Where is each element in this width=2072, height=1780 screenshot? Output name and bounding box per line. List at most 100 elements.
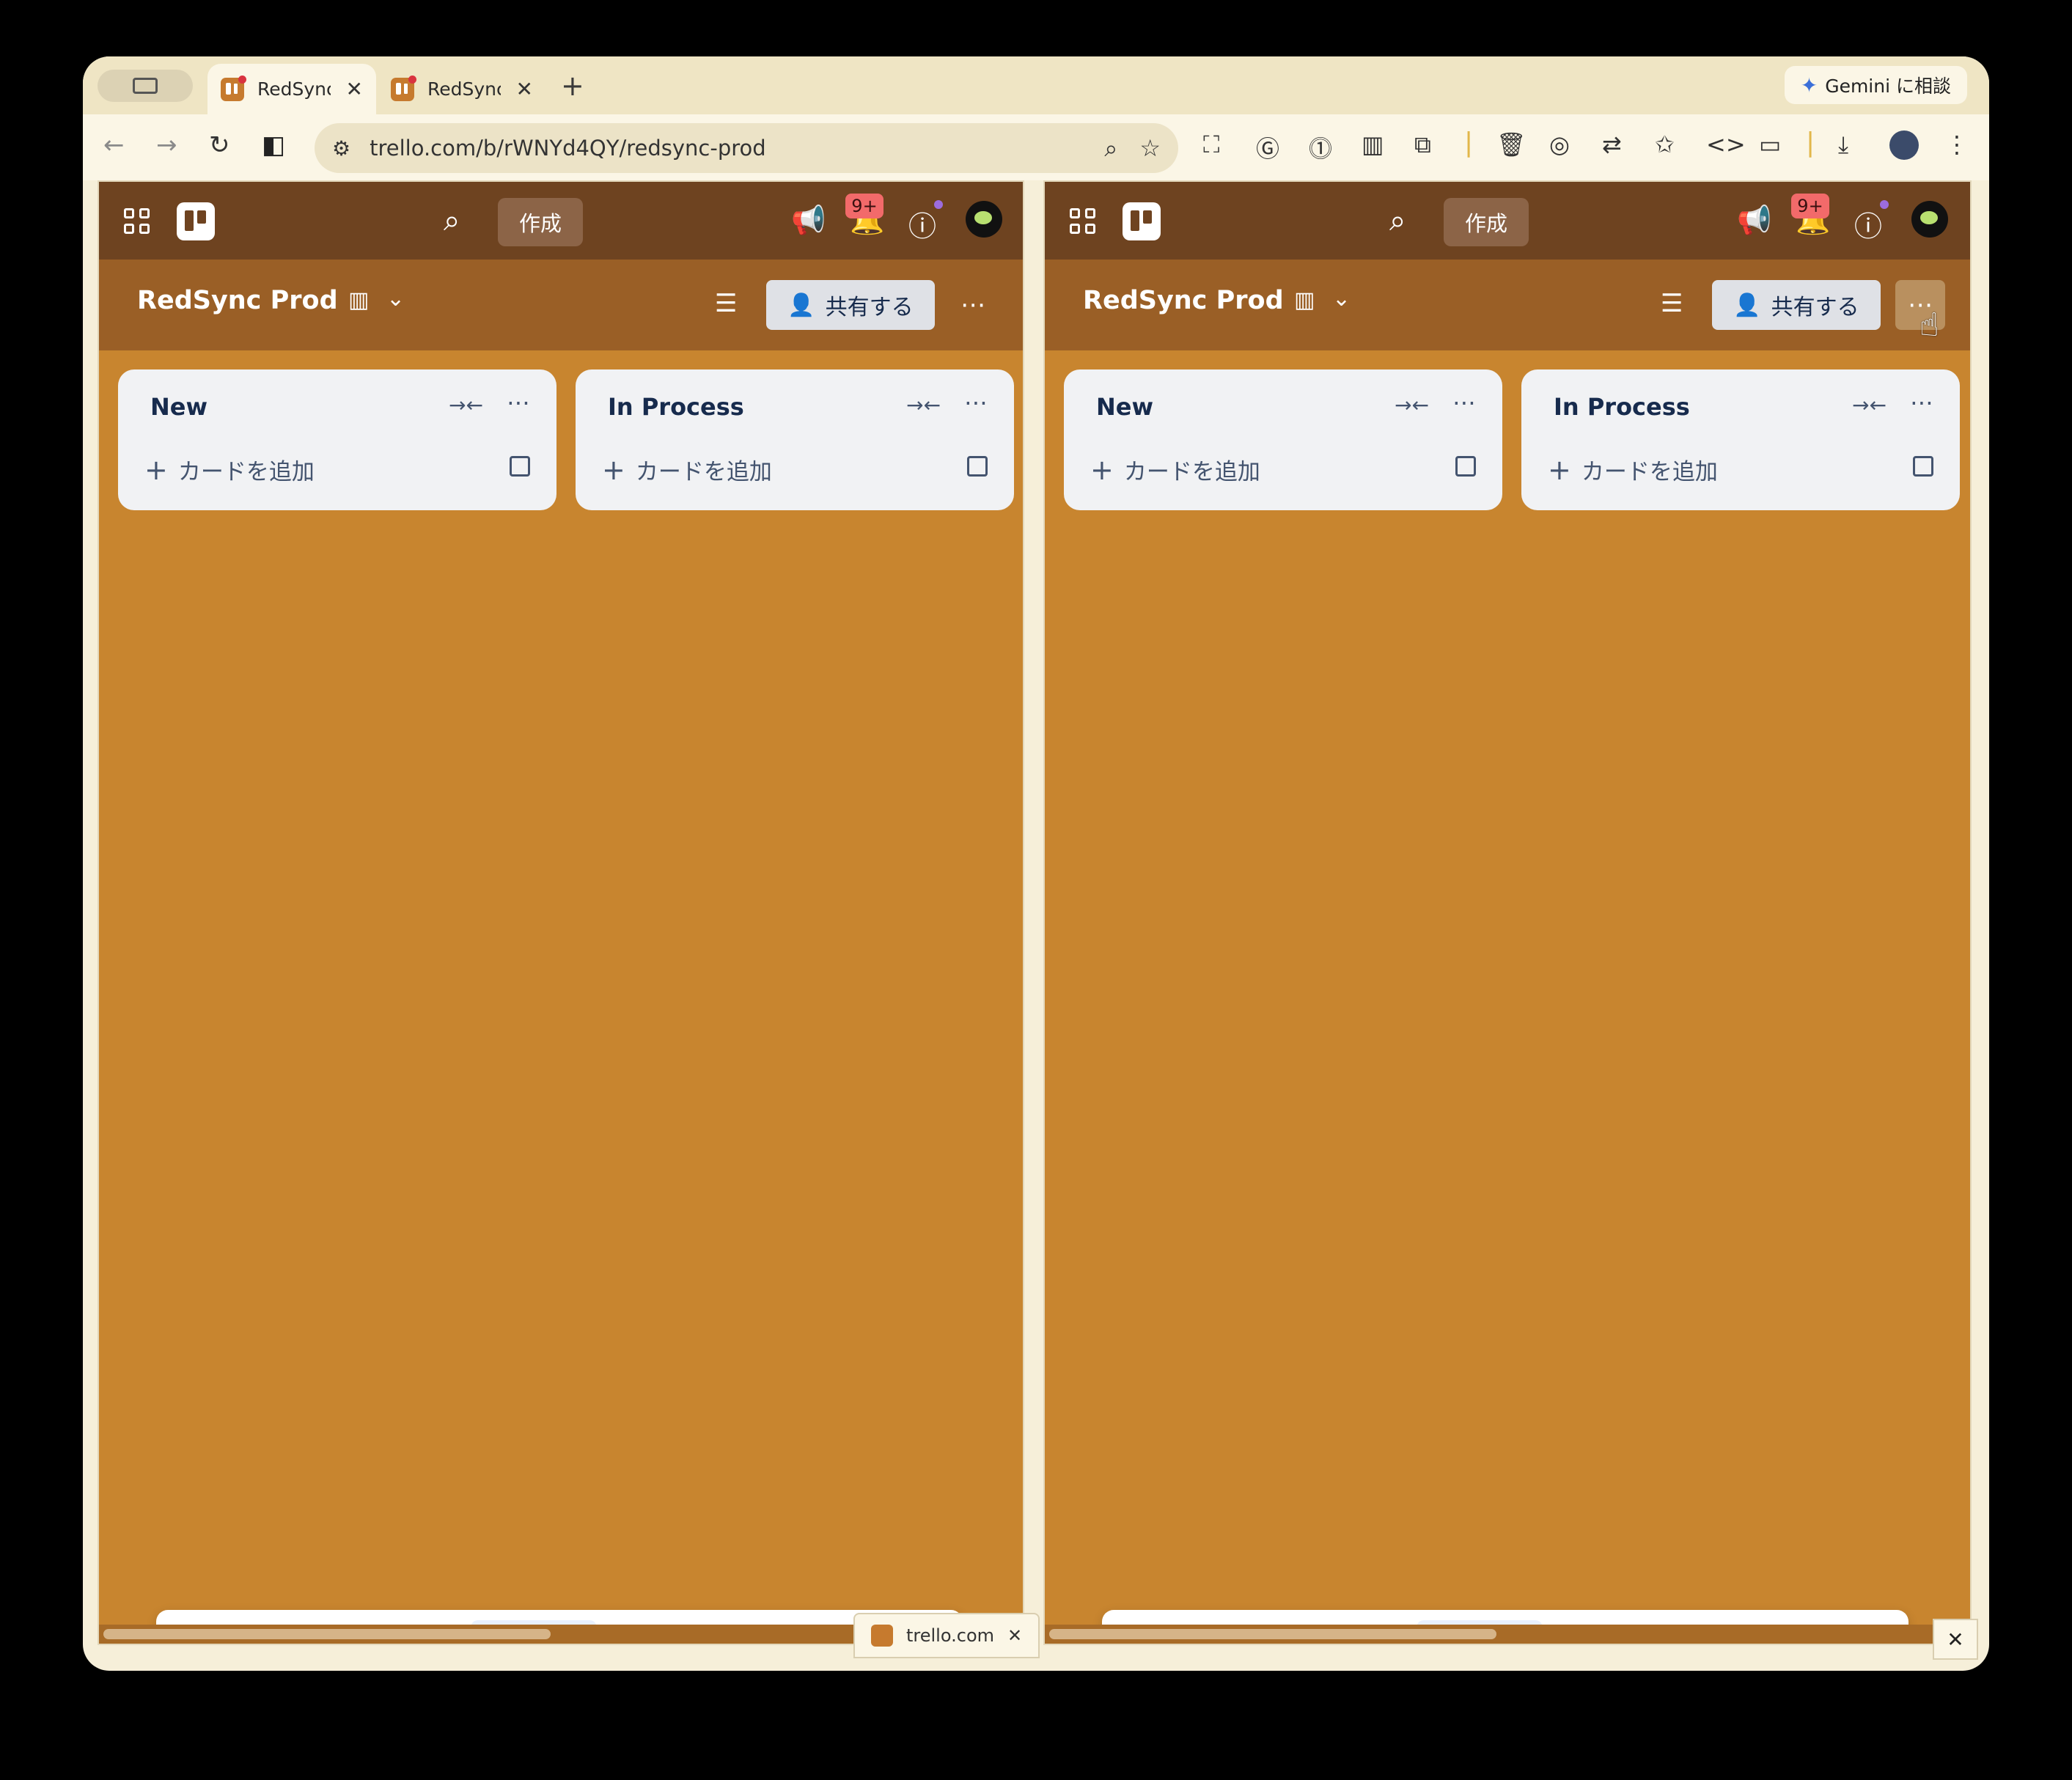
add-card-button[interactable]: + カードを追加 <box>144 453 315 486</box>
pointer-cursor-icon: ☝ <box>1919 306 1939 344</box>
collapse-list-icon[interactable]: →← <box>1395 393 1429 417</box>
gemini-sparkle-icon: ✦ <box>1800 73 1818 98</box>
gemini-button[interactable]: ✦ Gemini に相談 <box>1784 66 1967 104</box>
puzzle-extensions-icon[interactable]: ⧉ <box>1414 130 1431 159</box>
share-label: 共有する <box>1771 295 1859 320</box>
app-switcher-icon[interactable] <box>1070 208 1095 234</box>
search-icon[interactable]: ⌕ <box>1389 204 1406 238</box>
help-icon[interactable]: ⓘ <box>908 204 936 244</box>
trello-header: ⌕ 作成 📢 🔔 9+ ⓘ <box>99 182 1023 260</box>
app-switcher-icon[interactable] <box>124 208 150 234</box>
filter-icon[interactable]: ☰ <box>715 289 737 318</box>
tab-strip: RedSync Prod ✕ RedSync Prod ✕ + ✦ Gemini… <box>83 56 1989 114</box>
collapse-list-icon[interactable]: →← <box>906 393 941 417</box>
chevron-down-icon[interactable]: ⌄ <box>386 286 405 312</box>
add-card-label: カードを追加 <box>1581 459 1718 485</box>
share-button[interactable]: 👤 共有する <box>1712 280 1881 330</box>
lens-icon[interactable]: ◎ <box>1549 130 1570 158</box>
bookmark-star-icon[interactable]: ☆ <box>1139 134 1161 163</box>
add-card-label: カードを追加 <box>177 459 315 485</box>
favorites-icon[interactable]: ✩ <box>1655 130 1675 158</box>
reload-icon[interactable]: ↻ <box>209 130 230 160</box>
create-button[interactable]: 作成 <box>498 198 583 246</box>
add-card-label: カードを追加 <box>635 459 772 485</box>
extension-icon[interactable]: ▥ <box>1362 130 1384 158</box>
list-title[interactable]: In Process <box>608 393 744 421</box>
list-menu-icon[interactable]: ⋯ <box>1910 389 1933 416</box>
browser-toolbar: ← → ↻ ◧ ⚙ trello.com/b/rWNYd4QY/redsync-… <box>83 114 1989 180</box>
collapse-list-icon[interactable]: →← <box>1852 393 1887 417</box>
site-info-icon[interactable]: ⚙ <box>332 136 350 161</box>
chevron-down-icon[interactable]: ⌄ <box>1332 286 1351 312</box>
download-icon[interactable]: ⤓ <box>1838 130 1848 159</box>
trello-header: ⌕ 作成 📢 🔔 9+ ⓘ <box>1045 182 1970 260</box>
megaphone-icon[interactable]: 📢 <box>791 204 826 237</box>
plus-icon: + <box>1090 453 1114 486</box>
translate-icon[interactable]: ⇄ <box>1602 130 1622 158</box>
card-template-icon[interactable] <box>1455 456 1476 477</box>
new-tab-button[interactable]: + <box>561 70 584 102</box>
split-pane-left: ⌕ 作成 📢 🔔 9+ ⓘ RedSync Prod ▥ ⌄ ☰ 👤 共有する … <box>98 180 1024 1645</box>
board-title[interactable]: RedSync Prod <box>137 286 338 315</box>
list-menu-icon[interactable]: ⋯ <box>964 389 988 416</box>
browser-window: RedSync Prod ✕ RedSync Prod ✕ + ✦ Gemini… <box>83 56 1989 1671</box>
megaphone-icon[interactable]: 📢 <box>1737 204 1771 237</box>
close-icon[interactable]: ✕ <box>1007 1625 1022 1646</box>
add-person-icon: 👤 <box>787 292 815 318</box>
close-icon[interactable]: ✕ <box>1933 1619 1978 1660</box>
reading-mode-icon[interactable]: ▭ <box>1759 130 1781 158</box>
trello-logo-icon[interactable] <box>1123 202 1161 240</box>
add-card-button[interactable]: + カードを追加 <box>1548 453 1718 486</box>
list-new: New →← ⋯ + カードを追加 <box>118 369 556 510</box>
trello-favicon-icon <box>871 1625 893 1647</box>
share-button[interactable]: 👤 共有する <box>766 280 935 330</box>
forward-arrow-icon[interactable]: → <box>156 130 177 160</box>
list-title[interactable]: New <box>150 393 207 421</box>
password-manager-icon[interactable]: ⓵ <box>1309 130 1332 164</box>
list-menu-icon[interactable]: ⋯ <box>507 389 530 416</box>
profile-avatar[interactable] <box>1889 130 1919 160</box>
board-title[interactable]: RedSync Prod <box>1083 286 1284 315</box>
code-icon[interactable]: <> <box>1706 130 1746 158</box>
create-button[interactable]: 作成 <box>1444 198 1529 246</box>
zoom-icon[interactable]: ⌕ <box>1104 134 1117 163</box>
filter-icon[interactable]: ☰ <box>1661 289 1683 318</box>
tab-search-button[interactable] <box>98 70 193 102</box>
board-view-icon[interactable]: ▥ <box>348 287 369 313</box>
tab-title: RedSync Prod <box>427 78 501 100</box>
list-title[interactable]: In Process <box>1554 393 1690 421</box>
search-icon[interactable]: ⌕ <box>444 204 460 238</box>
address-bar[interactable]: ⚙ trello.com/b/rWNYd4QY/redsync-prod ⌕ ☆ <box>315 123 1178 173</box>
grammarly-icon[interactable]: Ⓖ <box>1256 130 1279 164</box>
screenshot-icon[interactable]: ⛶ <box>1203 130 1219 159</box>
user-avatar[interactable] <box>1911 201 1948 238</box>
board-view-icon[interactable]: ▥ <box>1294 287 1315 313</box>
browser-menu-icon[interactable]: ⋮ <box>1945 130 1969 158</box>
split-view-icon[interactable]: ◧ <box>262 130 285 160</box>
add-card-button[interactable]: + カードを追加 <box>1090 453 1260 486</box>
user-avatar[interactable] <box>966 201 1002 238</box>
card-template-icon[interactable] <box>967 456 988 477</box>
url-text[interactable]: trello.com/b/rWNYd4QY/redsync-prod <box>370 136 766 161</box>
collapse-list-icon[interactable]: →← <box>449 393 483 417</box>
notification-badge: 9+ <box>1791 194 1829 218</box>
list-menu-icon[interactable]: ⋯ <box>1452 389 1476 416</box>
tab-2[interactable]: RedSync Prod ✕ <box>378 64 546 114</box>
gemini-label: Gemini に相談 <box>1825 76 1951 97</box>
help-icon[interactable]: ⓘ <box>1854 204 1882 244</box>
horizontal-scrollbar[interactable] <box>1045 1625 1970 1644</box>
tab-1[interactable]: RedSync Prod ✕ <box>207 64 376 114</box>
status-url: trello.com <box>906 1625 994 1646</box>
list-title[interactable]: New <box>1096 393 1153 421</box>
trello-logo-icon[interactable] <box>177 202 215 240</box>
card-template-icon[interactable] <box>1913 456 1933 477</box>
add-card-button[interactable]: + カードを追加 <box>602 453 772 486</box>
back-arrow-icon[interactable]: ← <box>103 130 125 160</box>
close-tab-icon[interactable]: ✕ <box>346 77 363 101</box>
split-pane-right: ⌕ 作成 📢 🔔 9+ ⓘ RedSync Prod ▥ ⌄ ☰ 👤 共有する … <box>1043 180 1972 1645</box>
status-bubble[interactable]: trello.com ✕ <box>853 1613 1040 1658</box>
card-template-icon[interactable] <box>510 456 530 477</box>
close-tab-icon[interactable]: ✕ <box>516 77 533 101</box>
trash-icon[interactable]: 🗑 <box>1496 130 1527 158</box>
board-menu-button[interactable]: ⋯ <box>948 280 998 330</box>
